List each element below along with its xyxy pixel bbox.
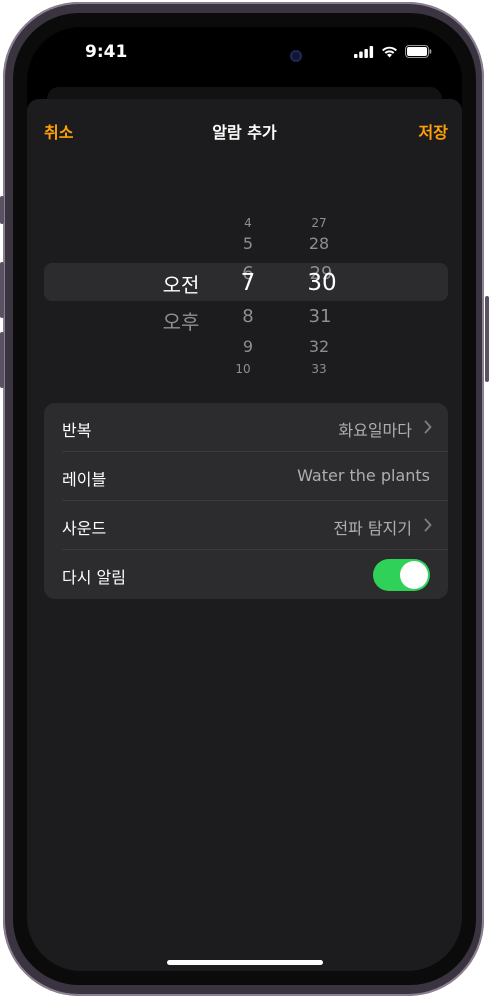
volume-down-button: [0, 332, 4, 388]
front-camera: [290, 50, 302, 62]
minute-option[interactable]: 31: [309, 306, 332, 327]
ampm-selected[interactable]: 오전: [163, 269, 200, 298]
snooze-toggle[interactable]: [373, 559, 430, 591]
screen: 9:41 취소 알람 추가 저장 오전 오후 4 5 6 7 8 9 10 27…: [27, 27, 462, 971]
hour-option[interactable]: 9: [243, 337, 253, 356]
repeat-value: 화요일마다: [338, 421, 412, 440]
snooze-label: 다시 알림: [62, 568, 126, 587]
label-field[interactable]: Water the plants: [297, 466, 430, 485]
hour-option[interactable]: 8: [242, 306, 253, 327]
label-label: 레이블: [62, 470, 107, 489]
hour-option[interactable]: 5: [243, 234, 253, 253]
sound-value: 전파 탐지기: [333, 519, 412, 538]
wifi-icon: [382, 46, 397, 57]
status-time: 9:41: [85, 42, 128, 62]
toggle-knob: [400, 561, 428, 589]
dynamic-island: [184, 39, 306, 73]
add-alarm-sheet: 취소 알람 추가 저장 오전 오후 4 5 6 7 8 9 10 27 28 2…: [27, 99, 462, 971]
battery-icon: [405, 45, 432, 58]
hour-option[interactable]: 10: [235, 362, 250, 376]
chevron-right-icon: [424, 420, 432, 434]
minute-option[interactable]: 27: [311, 216, 326, 230]
sound-row[interactable]: 사운드 전파 탐지기: [44, 501, 448, 550]
status-icons: [354, 45, 432, 58]
hour-selected[interactable]: 7: [241, 270, 256, 296]
alarm-settings-list: 반복 화요일마다 레이블 Water the plants 사운드 전파 탐지기…: [44, 403, 448, 599]
minute-selected[interactable]: 30: [307, 270, 336, 296]
minute-option[interactable]: 32: [309, 337, 329, 356]
hour-option[interactable]: 4: [244, 216, 252, 230]
side-button: [485, 296, 489, 382]
repeat-label: 반복: [62, 421, 92, 440]
volume-up-button: [0, 262, 4, 318]
sheet-title: 알람 추가: [212, 123, 277, 142]
chevron-right-icon: [424, 518, 432, 532]
sound-label: 사운드: [62, 519, 107, 538]
label-row[interactable]: 레이블 Water the plants: [44, 452, 448, 501]
save-button[interactable]: 저장: [419, 119, 448, 143]
ampm-option[interactable]: 오후: [163, 306, 200, 335]
action-button: [0, 196, 4, 224]
home-indicator[interactable]: [167, 960, 323, 965]
minute-option[interactable]: 33: [311, 362, 326, 376]
minute-option[interactable]: 28: [309, 234, 329, 253]
cellular-signal-icon: [354, 45, 374, 58]
snooze-row: 다시 알림: [44, 550, 448, 599]
repeat-row[interactable]: 반복 화요일마다: [44, 403, 448, 452]
